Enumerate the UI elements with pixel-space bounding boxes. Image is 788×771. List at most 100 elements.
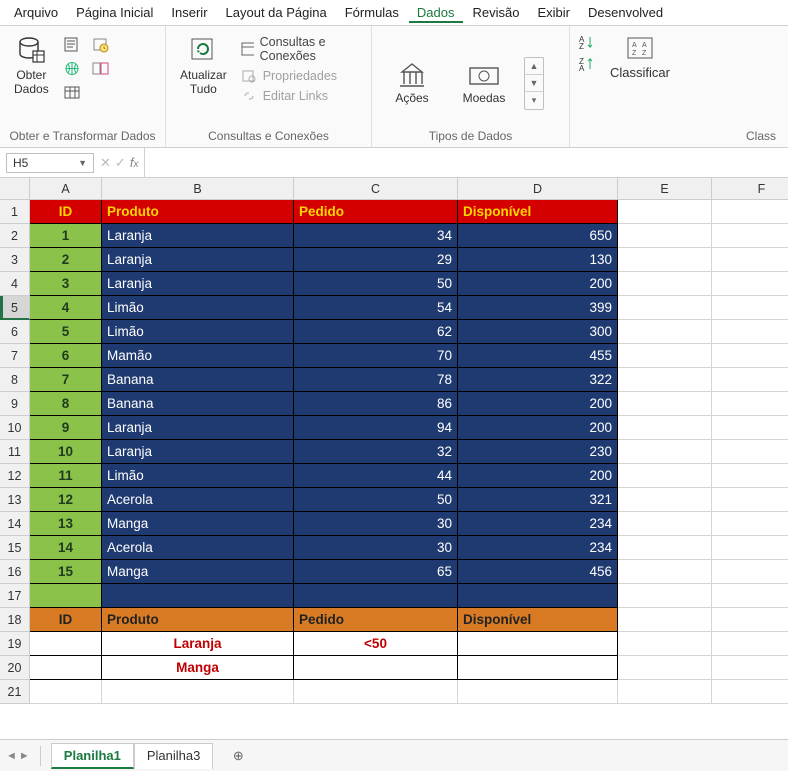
row-header-9[interactable]: 9 <box>0 392 30 416</box>
cell[interactable] <box>712 248 788 272</box>
cell[interactable]: Manga <box>102 656 294 680</box>
cell[interactable] <box>618 344 712 368</box>
cell[interactable]: 200 <box>458 416 618 440</box>
cell[interactable] <box>294 584 458 608</box>
cell[interactable]: 29 <box>294 248 458 272</box>
cell[interactable] <box>712 488 788 512</box>
formula-bar[interactable] <box>144 148 788 177</box>
cell[interactable]: Banana <box>102 368 294 392</box>
cell[interactable] <box>618 224 712 248</box>
menu-dados[interactable]: Dados <box>409 2 463 23</box>
cell[interactable] <box>458 632 618 656</box>
cell[interactable]: 8 <box>30 392 102 416</box>
row-header-15[interactable]: 15 <box>0 536 30 560</box>
cell[interactable]: 50 <box>294 272 458 296</box>
col-header-A[interactable]: A <box>30 178 102 200</box>
refresh-all-button[interactable]: Atualizar Tudo <box>174 30 233 101</box>
row-header-3[interactable]: 3 <box>0 248 30 272</box>
cell[interactable]: 4 <box>30 296 102 320</box>
cell[interactable] <box>618 632 712 656</box>
cell[interactable]: 130 <box>458 248 618 272</box>
cell[interactable]: 62 <box>294 320 458 344</box>
menu-inserir[interactable]: Inserir <box>163 2 215 23</box>
col-header-F[interactable]: F <box>712 178 788 200</box>
cell[interactable] <box>618 512 712 536</box>
cell[interactable]: 230 <box>458 440 618 464</box>
cell[interactable]: 7 <box>30 368 102 392</box>
cell[interactable] <box>30 584 102 608</box>
cell[interactable] <box>618 440 712 464</box>
cell[interactable] <box>712 632 788 656</box>
sort-dialog-button[interactable]: AZAZ Classificar <box>610 30 670 80</box>
tab-nav-next-icon[interactable]: ► <box>19 750 30 762</box>
cell[interactable] <box>618 464 712 488</box>
row-header-7[interactable]: 7 <box>0 344 30 368</box>
cell[interactable]: 650 <box>458 224 618 248</box>
get-data-button[interactable]: Obter Dados <box>8 30 55 101</box>
cell[interactable]: 1 <box>30 224 102 248</box>
row-header-5[interactable]: 5 <box>0 296 30 320</box>
recent-sources-button[interactable] <box>89 34 111 54</box>
new-sheet-button[interactable]: ⊕ <box>225 743 251 769</box>
row-header-19[interactable]: 19 <box>0 632 30 656</box>
cell[interactable]: Disponível <box>458 608 618 632</box>
cell[interactable]: 44 <box>294 464 458 488</box>
cell[interactable]: Limão <box>102 464 294 488</box>
cancel-formula-icon[interactable]: ✕ <box>100 155 111 171</box>
cell[interactable]: 54 <box>294 296 458 320</box>
cell[interactable] <box>712 464 788 488</box>
cell[interactable] <box>712 272 788 296</box>
cell[interactable]: 78 <box>294 368 458 392</box>
cell[interactable] <box>618 296 712 320</box>
cell[interactable]: 200 <box>458 392 618 416</box>
cell[interactable]: 200 <box>458 464 618 488</box>
stocks-button[interactable]: Ações <box>380 58 444 105</box>
cell[interactable]: Laranja <box>102 272 294 296</box>
cell[interactable]: 30 <box>294 512 458 536</box>
cell[interactable]: 456 <box>458 560 618 584</box>
gallery-down-icon[interactable]: ▼ <box>525 75 543 92</box>
row-header-10[interactable]: 10 <box>0 416 30 440</box>
cell[interactable] <box>30 656 102 680</box>
menu-arquivo[interactable]: Arquivo <box>6 2 66 23</box>
sheet-tab-planilha1[interactable]: Planilha1 <box>51 743 134 769</box>
cell[interactable]: 321 <box>458 488 618 512</box>
row-header-21[interactable]: 21 <box>0 680 30 704</box>
cell[interactable] <box>712 224 788 248</box>
cell[interactable]: Produto <box>102 608 294 632</box>
cell[interactable] <box>712 560 788 584</box>
cell[interactable]: 2 <box>30 248 102 272</box>
gallery-more-icon[interactable]: ▾ <box>525 92 543 109</box>
cell[interactable] <box>458 656 618 680</box>
cell[interactable]: ID <box>30 608 102 632</box>
cell[interactable] <box>712 392 788 416</box>
menu-revisão[interactable]: Revisão <box>465 2 528 23</box>
cell[interactable]: 6 <box>30 344 102 368</box>
cell[interactable] <box>712 680 788 704</box>
col-header-D[interactable]: D <box>458 178 618 200</box>
cell[interactable]: 399 <box>458 296 618 320</box>
row-header-11[interactable]: 11 <box>0 440 30 464</box>
accept-formula-icon[interactable]: ✓ <box>115 155 126 171</box>
cell[interactable]: 14 <box>30 536 102 560</box>
cell[interactable]: 13 <box>30 512 102 536</box>
cell[interactable] <box>30 680 102 704</box>
cell[interactable]: Laranja <box>102 632 294 656</box>
gallery-up-icon[interactable]: ▲ <box>525 58 543 75</box>
cell[interactable]: 50 <box>294 488 458 512</box>
cell[interactable]: Laranja <box>102 416 294 440</box>
row-header-13[interactable]: 13 <box>0 488 30 512</box>
cell[interactable] <box>618 680 712 704</box>
cell[interactable] <box>712 512 788 536</box>
cells-area[interactable]: IDProdutoPedidoDisponível1Laranja346502L… <box>30 200 788 704</box>
cell[interactable]: 94 <box>294 416 458 440</box>
row-header-20[interactable]: 20 <box>0 656 30 680</box>
cell[interactable] <box>618 656 712 680</box>
cell[interactable]: Pedido <box>294 200 458 224</box>
cell[interactable]: 86 <box>294 392 458 416</box>
cell[interactable] <box>618 416 712 440</box>
cell[interactable] <box>712 320 788 344</box>
cell[interactable] <box>712 200 788 224</box>
row-header-4[interactable]: 4 <box>0 272 30 296</box>
cell[interactable]: Manga <box>102 512 294 536</box>
